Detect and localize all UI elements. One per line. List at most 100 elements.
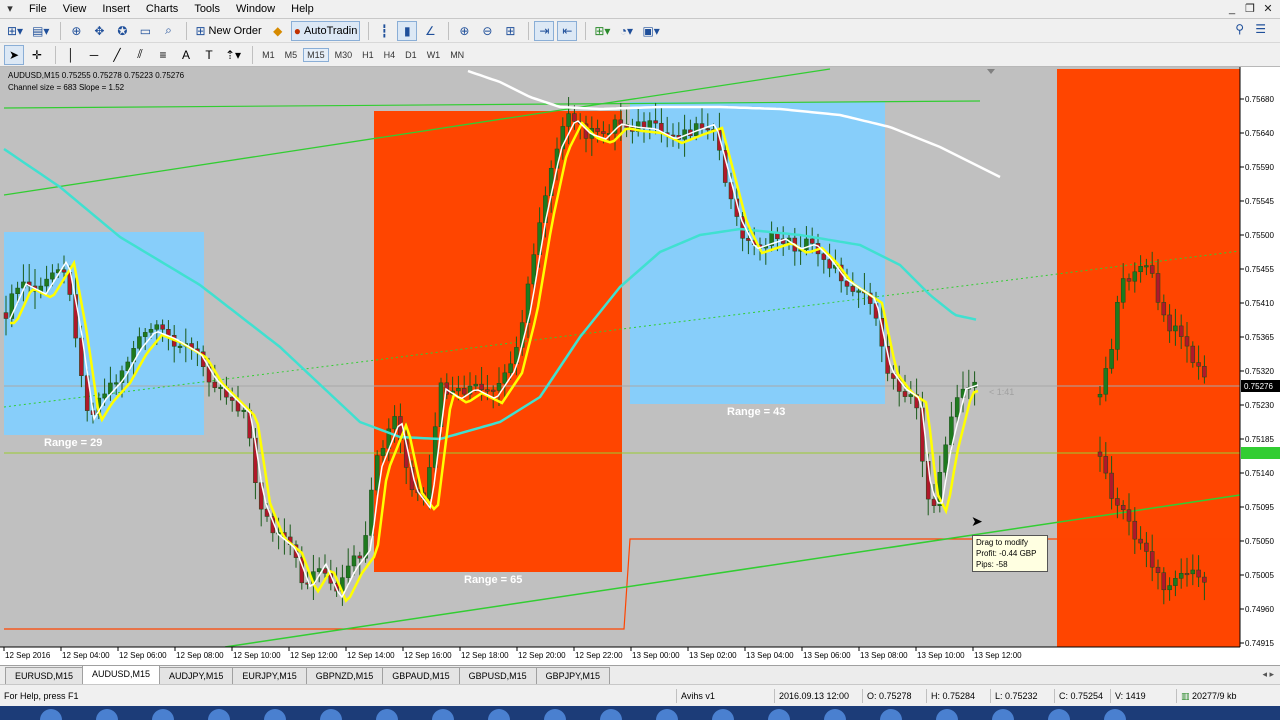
indicators-icon[interactable]: ⊞▾ (591, 21, 613, 41)
profiles-icon[interactable]: ▤▾ (29, 21, 52, 41)
taskbar-app-icon[interactable] (96, 709, 118, 720)
tab-scroll-icon[interactable]: ◂ ▸ (1262, 669, 1274, 680)
menu-view[interactable]: View (55, 0, 95, 18)
price-chart[interactable]: Range = 29 Range = 65 Range = 43 < 1:41 … (0, 67, 1280, 665)
chart-shift-marker[interactable] (987, 69, 995, 74)
chart-window[interactable]: Range = 29 Range = 65 Range = 43 < 1:41 … (0, 67, 1280, 665)
restore-icon[interactable]: ❐ (1242, 1, 1258, 17)
range-label-asian-1: Range = 29 (44, 437, 102, 449)
zoom-in-icon[interactable]: ⊕ (454, 21, 474, 41)
arrows-icon[interactable]: ⇡▾ (222, 45, 244, 65)
timeframe-w1[interactable]: W1 (423, 48, 445, 62)
range-label-london: Range = 65 (464, 574, 522, 586)
text-tool-icon[interactable]: A (176, 45, 196, 65)
taskbar-app-icon[interactable] (432, 709, 454, 720)
periods-icon[interactable]: ◔▾ (616, 21, 636, 41)
close-icon[interactable]: ✕ (1260, 1, 1276, 17)
taskbar-app-icon[interactable] (656, 709, 678, 720)
taskbar-app-icon[interactable] (712, 709, 734, 720)
taskbar-app-icon[interactable] (936, 709, 958, 720)
text-label-icon[interactable]: T (199, 45, 219, 65)
time-label: 12 Sep 04:00 (62, 651, 110, 660)
taskbar-app-icon[interactable] (264, 709, 286, 720)
tab-eurjpy[interactable]: EURJPY,M15 (232, 667, 307, 684)
tab-gbpjpy[interactable]: GBPJPY,M15 (535, 667, 611, 684)
timeframe-m5[interactable]: M5 (281, 48, 302, 62)
menu-help[interactable]: Help (283, 0, 322, 18)
tab-gbpaud[interactable]: GBPAUD,M15 (382, 667, 460, 684)
tab-gbpusd[interactable]: GBPUSD,M15 (458, 667, 537, 684)
tile-windows-icon[interactable]: ⊞ (500, 21, 520, 41)
navigator-icon[interactable]: ✪ (112, 21, 132, 41)
templates-icon[interactable]: ▣▾ (639, 21, 662, 41)
terminal-icon[interactable]: ▭ (135, 21, 155, 41)
minimize-icon[interactable]: _ (1224, 1, 1240, 17)
toolbar-separator (528, 21, 530, 40)
candle-body (392, 416, 397, 430)
tab-gbpnzd[interactable]: GBPNZD,M15 (305, 667, 384, 684)
timeframe-mn[interactable]: MN (446, 48, 468, 62)
equidistant-channel-icon[interactable]: ⫽ (130, 45, 150, 65)
candle-body (1097, 451, 1103, 457)
menu-charts[interactable]: Charts (138, 0, 186, 18)
candlestick-chart-icon[interactable]: ▮ (397, 20, 418, 41)
taskbar-app-icon[interactable] (880, 709, 902, 720)
toolbar-separator (448, 21, 450, 40)
market-watch-icon[interactable]: ⊕ (66, 21, 86, 41)
timeframe-m1[interactable]: M1 (258, 48, 279, 62)
community-icon[interactable]: ☰ (1255, 22, 1266, 36)
zoom-out-icon[interactable]: ⊖ (477, 21, 497, 41)
taskbar-app-icon[interactable] (1048, 709, 1070, 720)
menu-window[interactable]: Window (228, 0, 283, 18)
taskbar-app-icon[interactable] (768, 709, 790, 720)
status-help: For Help, press F1 (4, 691, 79, 701)
tab-eurusd[interactable]: EURUSD,M15 (5, 667, 84, 684)
autotrading-button[interactable]: ● AutoTradin (290, 20, 361, 41)
chart-shift-icon[interactable]: ⇤ (557, 20, 578, 41)
trendline-icon[interactable]: ╱ (107, 45, 127, 65)
timeframe-d1[interactable]: D1 (401, 48, 421, 62)
tab-audjpy[interactable]: AUDJPY,M15 (159, 667, 234, 684)
candle-body (1155, 273, 1161, 303)
search-icon[interactable]: ⚲ (1235, 22, 1244, 36)
timeframe-h1[interactable]: H1 (358, 48, 378, 62)
cursor-tool-icon[interactable]: ➤ (4, 44, 24, 65)
new-order-button[interactable]: ⊞ New Order (192, 21, 264, 41)
bar-chart-icon[interactable]: ┇ (374, 21, 394, 41)
taskbar-app-icon[interactable] (320, 709, 342, 720)
auto-scroll-icon[interactable]: ⇥ (534, 20, 555, 41)
taskbar-app-icon[interactable] (992, 709, 1014, 720)
timeframe-m15[interactable]: M15 (303, 47, 329, 62)
price-label: 0.75680 (1245, 95, 1274, 104)
horizontal-line-icon[interactable]: ─ (84, 45, 104, 65)
candle-body (1138, 538, 1143, 544)
taskbar-app-icon[interactable] (40, 709, 62, 720)
crosshair-tool-icon[interactable]: ✛ (27, 45, 47, 65)
menu-tools[interactable]: Tools (186, 0, 228, 18)
taskbar-app-icon[interactable] (152, 709, 174, 720)
taskbar-app-icon[interactable] (376, 709, 398, 720)
timeframe-h4[interactable]: H4 (380, 48, 400, 62)
new-chart-icon[interactable]: ⊞▾ (4, 21, 26, 41)
taskbar-app-icon[interactable] (544, 709, 566, 720)
taskbar-app-icon[interactable] (208, 709, 230, 720)
tester-icon[interactable]: ⌕ (158, 21, 178, 41)
tab-audusd[interactable]: AUDUSD,M15 (82, 665, 161, 684)
line-chart-icon[interactable]: ∠ (420, 21, 440, 41)
candle-body (502, 372, 508, 384)
candle-body (1138, 266, 1143, 273)
candle-body (601, 131, 606, 134)
menu-insert[interactable]: Insert (94, 0, 138, 18)
timeframe-m30[interactable]: M30 (331, 48, 357, 62)
data-window-icon[interactable]: ✥ (89, 21, 109, 41)
vertical-line-icon[interactable]: │ (61, 45, 81, 65)
fibonacci-icon[interactable]: ≡ (153, 45, 173, 65)
taskbar-app-icon[interactable] (488, 709, 510, 720)
taskbar-app-icon[interactable] (1104, 709, 1126, 720)
metaeditor-icon[interactable]: ◆ (268, 21, 288, 41)
taskbar-app-icon[interactable] (600, 709, 622, 720)
tooltip-line-3: Pips: -58 (976, 560, 1008, 569)
menu-file[interactable]: File (21, 0, 55, 18)
candle-body (1184, 336, 1190, 347)
taskbar-app-icon[interactable] (824, 709, 846, 720)
